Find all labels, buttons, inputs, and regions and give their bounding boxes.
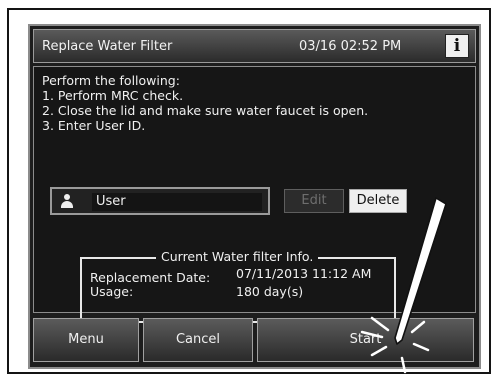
filter-info-values: 07/11/2013 11:12 AM 180 day(s) bbox=[236, 265, 371, 301]
usage-label: Usage: bbox=[90, 284, 134, 299]
start-button[interactable]: Start bbox=[257, 318, 474, 362]
replacement-date-label: Replacement Date: bbox=[90, 270, 211, 285]
date-time: 03/16 02:52 PM bbox=[299, 39, 402, 54]
replacement-date-value: 07/11/2013 11:12 AM bbox=[236, 266, 372, 281]
filter-info-labels: Replacement Date: Usage: bbox=[90, 271, 210, 299]
usage-value: 180 day(s) bbox=[236, 284, 304, 299]
user-icon bbox=[60, 193, 74, 209]
edit-button[interactable]: Edit bbox=[284, 189, 344, 213]
delete-button[interactable]: Delete bbox=[349, 189, 407, 213]
touch-screen: Replace Water Filter 03/16 02:52 PM i Pe… bbox=[28, 24, 481, 369]
filter-info-title: Current Water filter Info. bbox=[156, 249, 319, 264]
user-id-field[interactable]: User bbox=[50, 187, 270, 215]
menu-button[interactable]: Menu bbox=[33, 318, 139, 362]
title-bar: Replace Water Filter 03/16 02:52 PM i bbox=[33, 29, 476, 63]
filter-info-box: Current Water filter Info. Replacement D… bbox=[80, 249, 396, 323]
info-icon[interactable]: i bbox=[445, 34, 469, 58]
bottom-button-bar: Menu Cancel Start bbox=[33, 318, 476, 362]
content-panel: Perform the following: 1. Perform MRC ch… bbox=[33, 66, 476, 323]
cancel-button[interactable]: Cancel bbox=[143, 318, 253, 362]
user-id-input[interactable]: User bbox=[92, 193, 262, 211]
screen-title: Replace Water Filter bbox=[42, 39, 173, 54]
instructions-text: Perform the following: 1. Perform MRC ch… bbox=[42, 73, 369, 133]
